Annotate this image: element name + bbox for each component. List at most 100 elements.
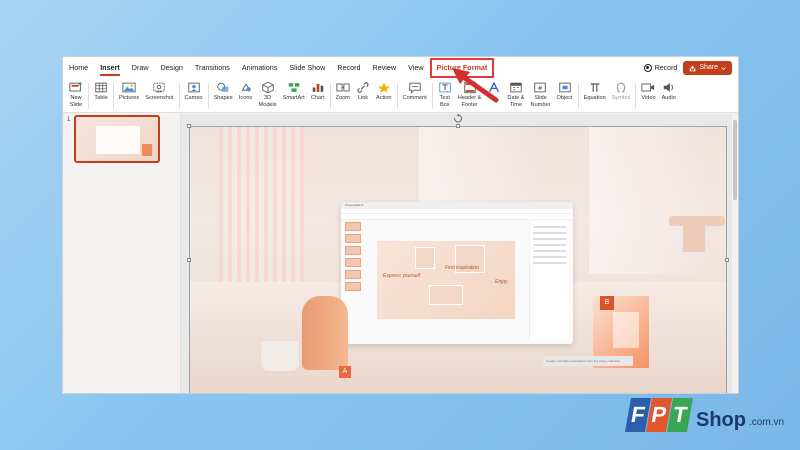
pictures-icon bbox=[122, 82, 136, 93]
laptop-photo bbox=[429, 285, 463, 305]
thumbnail-laptop-image bbox=[96, 126, 140, 154]
laptop-screen-image: Presentation1 Express yourself Find insp… bbox=[341, 202, 573, 344]
smartart-button[interactable]: SmartArt bbox=[280, 79, 308, 102]
slide-number-icon: # bbox=[534, 82, 547, 93]
audio-button[interactable]: Audio bbox=[659, 79, 679, 102]
tab-design[interactable]: Design bbox=[155, 57, 189, 79]
date-time-icon bbox=[510, 82, 522, 93]
table-icon bbox=[95, 82, 107, 93]
screenshot-button[interactable]: Screenshot bbox=[142, 79, 176, 102]
3d-models-button[interactable]: 3D Models bbox=[256, 79, 280, 108]
laptop-copilot-pane bbox=[529, 222, 569, 340]
video-button[interactable]: Video bbox=[638, 79, 658, 102]
chevron-down-icon bbox=[721, 66, 726, 70]
tab-record[interactable]: Record bbox=[331, 57, 366, 79]
pictures-button[interactable]: Pictures bbox=[116, 79, 142, 102]
slide-number-label: Slide Number bbox=[530, 95, 551, 108]
3d-models-icon bbox=[261, 81, 274, 94]
app-icon-decoration: A bbox=[339, 366, 351, 378]
action-icon bbox=[377, 82, 390, 93]
ribbon-separator bbox=[635, 83, 637, 109]
ribbon-separator bbox=[207, 83, 209, 109]
svg-text:#: # bbox=[538, 85, 543, 92]
comment-label: Comment bbox=[402, 95, 427, 101]
tab-view[interactable]: View bbox=[402, 57, 429, 79]
new-slide-button[interactable]: New Slide bbox=[66, 79, 86, 108]
slide-number-button[interactable]: # Slide Number bbox=[528, 79, 554, 108]
prompt-bar-image: Create a 10 slide presentation from this… bbox=[543, 356, 633, 366]
shapes-button[interactable]: Shapes bbox=[211, 79, 236, 102]
comment-button[interactable]: Comment bbox=[400, 79, 430, 102]
cameo-label: Cameo bbox=[184, 95, 203, 101]
smartart-label: SmartArt bbox=[282, 95, 305, 101]
resize-handle[interactable] bbox=[187, 124, 191, 128]
laptop-slide-text: Find inspiration bbox=[445, 265, 479, 271]
pictures-label: Pictures bbox=[119, 95, 140, 101]
ribbon-separator bbox=[431, 83, 433, 109]
pane-line bbox=[533, 238, 566, 240]
date-time-button[interactable]: Date & Time bbox=[504, 79, 527, 108]
tab-insert[interactable]: Insert bbox=[94, 57, 126, 79]
side-table-leg bbox=[683, 226, 705, 252]
resize-handle[interactable] bbox=[187, 258, 191, 262]
record-button[interactable]: Record bbox=[643, 60, 677, 76]
icons-icon bbox=[241, 83, 251, 92]
ribbon-separator bbox=[329, 83, 331, 109]
symbol-icon bbox=[616, 82, 626, 93]
shapes-label: Shapes bbox=[213, 95, 233, 101]
resize-handle[interactable] bbox=[725, 258, 729, 262]
comment-icon bbox=[408, 82, 421, 94]
link-label: Link bbox=[357, 95, 369, 101]
slide-picture[interactable]: Presentation1 Express yourself Find insp… bbox=[189, 126, 727, 393]
icons-label: Icons bbox=[238, 95, 253, 101]
menubar-actions: Record Share bbox=[643, 60, 732, 76]
curtain-decoration bbox=[219, 126, 304, 288]
audio-label: Audio bbox=[661, 95, 676, 101]
tab-review[interactable]: Review bbox=[367, 57, 403, 79]
laptop-slide-text: Enjoy bbox=[495, 279, 508, 285]
tab-transitions[interactable]: Transitions bbox=[189, 57, 236, 79]
ribbon-toolbar: New Slide Table Pictures Screenshot Came… bbox=[63, 79, 738, 113]
zoom-button[interactable]: Zoom bbox=[333, 79, 353, 102]
cameo-icon bbox=[187, 82, 200, 93]
pane-line bbox=[533, 232, 566, 234]
object-button[interactable]: Object bbox=[553, 79, 575, 102]
mug-decoration bbox=[261, 341, 299, 371]
box-stack-highlight bbox=[613, 312, 639, 348]
symbol-button[interactable]: Symbol bbox=[609, 79, 634, 102]
tab-animations[interactable]: Animations bbox=[236, 57, 284, 79]
laptop-thumb bbox=[345, 258, 361, 267]
rotate-handle-icon[interactable] bbox=[453, 114, 463, 124]
equation-button[interactable]: Equation bbox=[581, 79, 609, 102]
scrollbar-thumb[interactable] bbox=[733, 120, 737, 200]
annotation-arrow-icon bbox=[452, 68, 499, 103]
cameo-button[interactable]: Cameo bbox=[182, 79, 206, 102]
ribbon-separator bbox=[178, 83, 180, 109]
3d-models-label: 3D Models bbox=[258, 95, 277, 108]
record-icon bbox=[643, 64, 652, 72]
share-label: Share bbox=[699, 64, 718, 71]
tab-slide-show[interactable]: Slide Show bbox=[283, 57, 331, 79]
resize-handle[interactable] bbox=[456, 124, 460, 128]
tab-home[interactable]: Home bbox=[63, 57, 94, 79]
share-button[interactable]: Share bbox=[683, 61, 732, 75]
vase-decoration bbox=[302, 296, 348, 370]
action-label: Action bbox=[375, 95, 392, 101]
tab-draw[interactable]: Draw bbox=[126, 57, 155, 79]
video-label: Video bbox=[641, 95, 656, 101]
link-button[interactable]: Link bbox=[353, 79, 373, 102]
chart-button[interactable]: Chart bbox=[308, 79, 328, 102]
icons-button[interactable]: Icons bbox=[236, 79, 256, 102]
slide-thumbnail[interactable] bbox=[74, 115, 160, 163]
table-button[interactable]: Table bbox=[91, 79, 111, 102]
fpt-shop-logo: F P T Shop .com.vn bbox=[625, 398, 784, 432]
screenshot-label: Screenshot bbox=[145, 95, 174, 101]
new-slide-icon bbox=[69, 82, 83, 92]
action-button[interactable]: Action bbox=[373, 79, 395, 102]
pane-line bbox=[533, 250, 566, 252]
link-icon bbox=[357, 82, 369, 93]
laptop-thumb bbox=[345, 234, 361, 243]
new-slide-label: New Slide bbox=[69, 95, 83, 108]
date-time-label: Date & Time bbox=[507, 95, 525, 108]
equation-icon bbox=[590, 83, 600, 92]
